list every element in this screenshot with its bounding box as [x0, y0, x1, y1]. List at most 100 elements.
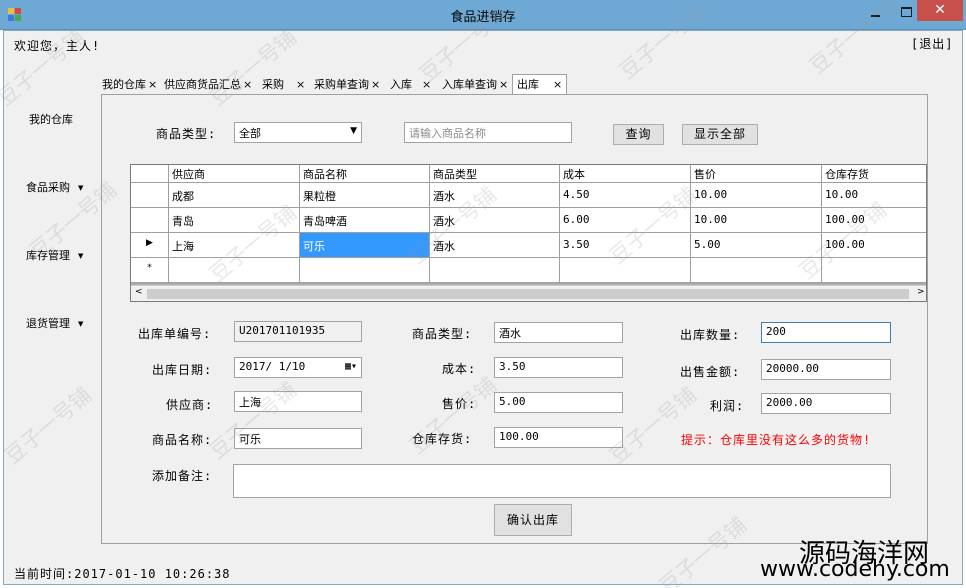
- tab-close-icon[interactable]: ×: [243, 78, 252, 91]
- table-cell[interactable]: [430, 258, 560, 283]
- table-cell[interactable]: [560, 258, 691, 283]
- amount-field[interactable]: 20000.00: [761, 359, 891, 380]
- date-picker[interactable]: 2017/ 1/10 ▦▾: [234, 357, 362, 378]
- table-cell[interactable]: 3.50: [560, 233, 691, 258]
- product-type-field[interactable]: 酒水: [494, 322, 623, 343]
- date-label: 出库日期:: [152, 363, 213, 377]
- dropdown-arrow-icon: ▼: [78, 184, 84, 192]
- price-field[interactable]: 5.00: [494, 392, 623, 413]
- stock-field[interactable]: 100.00: [494, 427, 623, 448]
- row-header[interactable]: [131, 208, 169, 233]
- column-header[interactable]: 商品名称: [300, 165, 430, 183]
- tab-stock-in-query[interactable]: 入库单查询 ×: [442, 77, 508, 94]
- tab-my-warehouse[interactable]: 我的仓库 ×: [102, 77, 157, 94]
- column-header[interactable]: 售价: [691, 165, 822, 183]
- tab-close-icon[interactable]: ×: [553, 78, 562, 91]
- table-cell[interactable]: [691, 258, 822, 283]
- tab-close-icon[interactable]: ×: [499, 78, 508, 91]
- note-label: 添加备注:: [152, 469, 213, 483]
- warning-hint: 提示：仓库里没有这么多的货物!: [681, 433, 872, 447]
- column-header[interactable]: 商品类型: [430, 165, 560, 183]
- note-textarea[interactable]: [233, 464, 891, 498]
- nav-my-warehouse[interactable]: 我的仓库: [29, 111, 73, 127]
- maximize-button[interactable]: [895, 4, 917, 22]
- order-no-label: 出库单编号:: [138, 327, 212, 341]
- tab-close-icon[interactable]: ×: [422, 78, 431, 91]
- table-cell[interactable]: 100.00: [822, 233, 926, 258]
- table-cell[interactable]: 6.00: [560, 208, 691, 233]
- scrollbar-thumb[interactable]: [147, 289, 909, 299]
- tab-purchase[interactable]: 采购 ×: [262, 77, 305, 94]
- table-cell[interactable]: 100.00: [822, 208, 926, 233]
- tab-stock-out[interactable]: 出库 ×: [512, 74, 568, 95]
- column-header[interactable]: 仓库存货: [822, 165, 926, 183]
- table-cell[interactable]: 10.00: [691, 183, 822, 208]
- tab-close-icon[interactable]: ×: [371, 78, 380, 91]
- type-filter-select[interactable]: 全部 ▼: [234, 122, 362, 143]
- product-name-search-input[interactable]: 请输入商品名称: [404, 122, 572, 143]
- chevron-down-icon: ▼: [350, 126, 357, 136]
- nav-label: 食品采购: [26, 181, 70, 194]
- table-cell-selected[interactable]: 可乐: [300, 233, 430, 258]
- title-bar: 食品进销存 ✕: [0, 0, 966, 30]
- stock-label: 仓库存货:: [412, 432, 473, 446]
- table-cell[interactable]: 成都: [169, 183, 300, 208]
- tab-strip: 我的仓库 × 供应商货品汇总 × 采购 × 采购单查询 × 入库 × 入库单查询 × 出库 ×: [100, 74, 570, 95]
- row-header[interactable]: [131, 183, 169, 208]
- tab-close-icon[interactable]: ×: [148, 78, 157, 91]
- show-all-button[interactable]: 显示全部: [682, 124, 758, 145]
- query-button[interactable]: 查询: [613, 124, 664, 145]
- quantity-field[interactable]: 200: [761, 322, 891, 343]
- product-name-label: 商品名称:: [152, 433, 213, 447]
- product-name-field[interactable]: 可乐: [234, 428, 362, 449]
- table-cell[interactable]: 青岛: [169, 208, 300, 233]
- table-cell[interactable]: 酒水: [430, 208, 560, 233]
- calendar-icon[interactable]: ▦▾: [345, 361, 357, 372]
- minimize-button[interactable]: [865, 4, 887, 22]
- welcome-text: 欢迎您，主人!: [14, 39, 101, 53]
- table-cell[interactable]: 酒水: [430, 183, 560, 208]
- table-cell[interactable]: [300, 258, 430, 283]
- tab-supplier-summary[interactable]: 供应商货品汇总 ×: [164, 77, 252, 94]
- column-header[interactable]: 供应商: [169, 165, 300, 183]
- order-no-field[interactable]: U201701101935: [234, 321, 362, 342]
- tab-close-icon[interactable]: ×: [296, 78, 305, 91]
- nav-returns[interactable]: 退货管理 ▼: [26, 315, 83, 331]
- horizontal-scrollbar[interactable]: < >: [131, 285, 926, 301]
- cost-field[interactable]: 3.50: [494, 357, 623, 378]
- supplier-label: 供应商:: [166, 398, 214, 412]
- table-cell[interactable]: 果粒橙: [300, 183, 430, 208]
- table-cell[interactable]: 10.00: [822, 183, 926, 208]
- nav-food-purchase[interactable]: 食品采购 ▼: [26, 179, 83, 195]
- tab-stock-in[interactable]: 入库 ×: [390, 77, 431, 94]
- table-cell[interactable]: 5.00: [691, 233, 822, 258]
- nav-label: 退货管理: [26, 317, 70, 330]
- window-client: 欢迎您，主人! [退出] 我的仓库 食品采购 ▼ 库存管理 ▼ 退货管理 ▼ 我的仓库…: [3, 30, 963, 585]
- logout-link[interactable]: [退出]: [911, 35, 953, 52]
- dropdown-arrow-icon: ▼: [78, 320, 84, 328]
- profit-field[interactable]: 2000.00: [761, 393, 891, 414]
- table-cell[interactable]: 上海: [169, 233, 300, 258]
- product-grid[interactable]: 供应商 商品名称 商品类型 成本 售价 仓库存货 成都 果粒橙 酒水 4.50 …: [130, 164, 927, 302]
- nav-label: 我的仓库: [29, 113, 73, 126]
- table-cell[interactable]: 4.50: [560, 183, 691, 208]
- window-title: 食品进销存: [450, 10, 516, 25]
- scroll-left-icon[interactable]: <: [135, 287, 143, 297]
- nav-inventory[interactable]: 库存管理 ▼: [26, 247, 83, 263]
- stock-out-page: 商品类型: 全部 ▼ 请输入商品名称 查询 显示全部 供应商 商品名称 商品类型…: [101, 94, 928, 544]
- table-cell[interactable]: [822, 258, 926, 283]
- tab-purchase-query[interactable]: 采购单查询 ×: [314, 77, 380, 94]
- confirm-stock-out-button[interactable]: 确认出库: [494, 504, 572, 536]
- column-header[interactable]: 成本: [560, 165, 691, 183]
- table-cell[interactable]: 酒水: [430, 233, 560, 258]
- current-row-arrow-icon[interactable]: ▶: [131, 233, 169, 258]
- brand-url-watermark: www.codehy.com: [760, 557, 950, 582]
- supplier-field[interactable]: 上海: [234, 391, 362, 412]
- nav-label: 库存管理: [26, 249, 70, 262]
- close-button[interactable]: ✕: [917, 0, 963, 21]
- table-cell[interactable]: [169, 258, 300, 283]
- new-row-icon[interactable]: *: [131, 258, 169, 283]
- scroll-right-icon[interactable]: >: [917, 287, 925, 297]
- table-cell[interactable]: 10.00: [691, 208, 822, 233]
- table-cell[interactable]: 青岛啤酒: [300, 208, 430, 233]
